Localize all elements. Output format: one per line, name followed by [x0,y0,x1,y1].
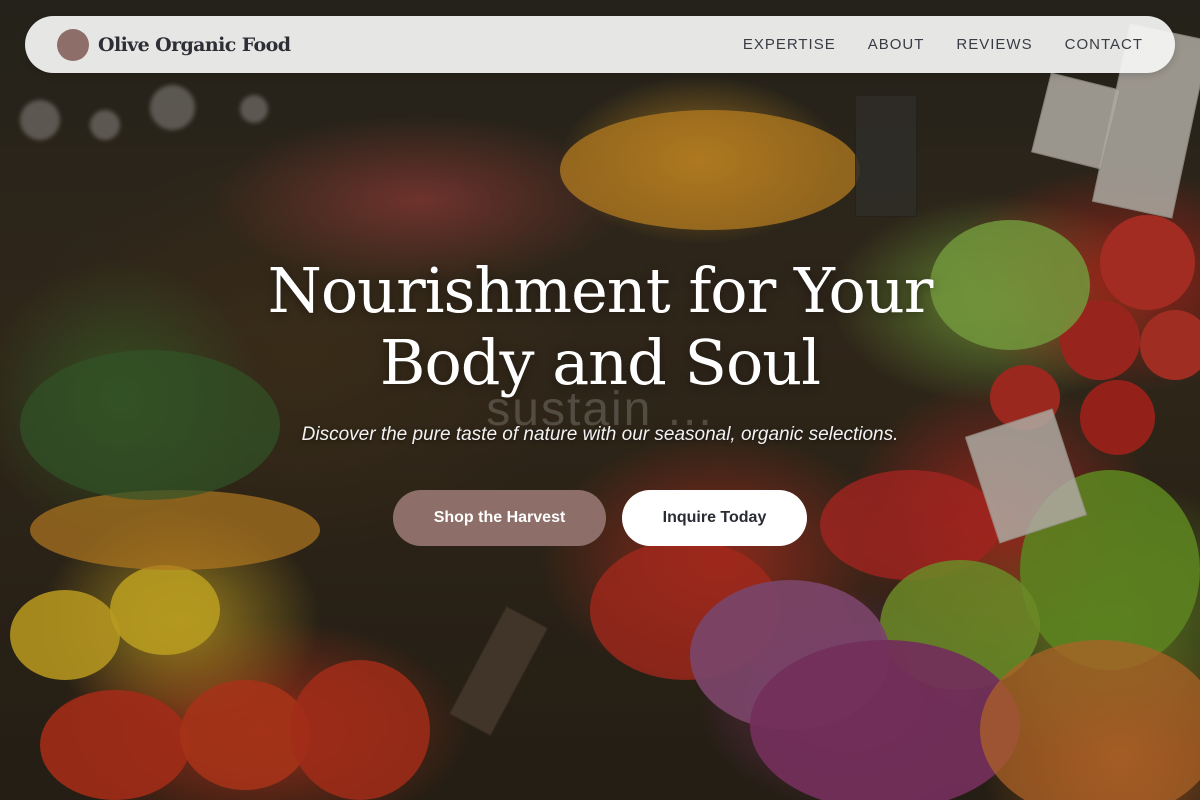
hero-cta-group: Shop the Harvest Inquire Today [0,490,1200,546]
top-navigation-bar: Olive Organic Food EXPERTISE ABOUT REVIE… [25,16,1175,73]
nav-link-expertise[interactable]: EXPERTISE [743,36,836,53]
nav-link-reviews[interactable]: REVIEWS [956,36,1032,53]
logo-icon[interactable] [57,28,89,61]
inquire-today-button[interactable]: Inquire Today [622,490,807,546]
hero-headline-line-1: Nourishment for Your [267,254,934,327]
nav-link-contact[interactable]: CONTACT [1065,36,1143,53]
hero-headline: Nourishment for Your Body and Soul [0,255,1200,399]
brand-name[interactable]: Olive Organic Food [98,34,291,56]
shop-the-harvest-button[interactable]: Shop the Harvest [393,490,606,546]
nav-links: EXPERTISE ABOUT REVIEWS CONTACT [743,36,1143,53]
nav-link-about[interactable]: ABOUT [868,36,925,53]
hero-headline-line-2: Body and Soul [379,326,821,399]
hero-subtitle: Discover the pure taste of nature with o… [301,424,899,445]
